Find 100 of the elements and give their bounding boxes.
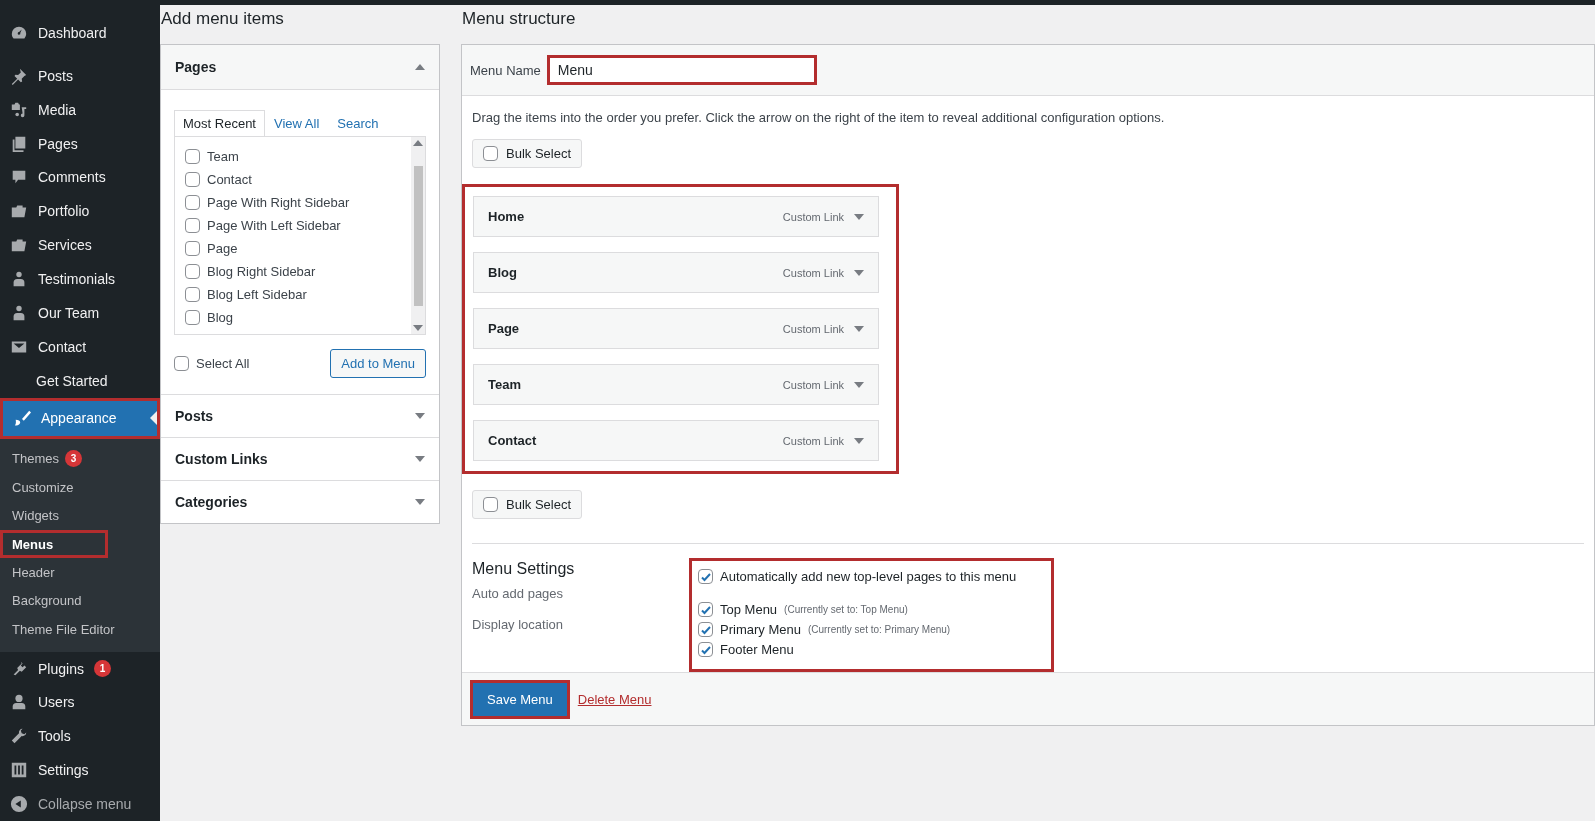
checkbox-label: Page With Right Sidebar [207,195,350,210]
count-badge: 1 [93,660,111,678]
sidebar-item[interactable]: Posts [0,58,160,93]
sidebar-item[interactable]: Testimonials [0,262,160,296]
section-heading: Menu structure [462,9,577,30]
checkbox[interactable] [185,241,200,256]
instructions-text: Drag the items into the order you prefer. Click the arrow on the right of the item to reveal additional configuration options. [472,110,1166,125]
checkbox-label: Automatically add new top-level pages to this menu [720,569,1017,584]
delete-menu-link[interactable]: Delete Menu [577,691,652,707]
item-type: Custom Link [782,210,844,223]
checkbox-label: Select All [196,356,250,371]
checkbox-label: Team [207,149,239,164]
submenu-item[interactable]: Themes 3 [0,444,160,474]
scrollbar[interactable] [411,137,425,334]
bulk-select-button[interactable]: Bulk Select [472,139,583,168]
sliders-icon [10,761,28,780]
person-icon [10,693,28,712]
submenu-item[interactable]: Menus [3,533,105,556]
down-triangle-icon [854,213,864,220]
down-triangle-icon [415,499,425,505]
menu-item-title: Page [488,321,520,336]
setting-label: Display location [472,617,565,634]
down-triangle-icon [854,437,864,444]
submenu-item[interactable]: Theme File Editor [0,615,160,644]
item-type: Custom Link [782,322,844,335]
checkbox[interactable] [185,149,200,164]
sidebar-item[interactable]: Our Team [0,296,160,330]
item-type: Custom Link [782,434,844,447]
checkbox-label: Footer Menu [720,642,794,657]
sidebar-item[interactable]: Appearance [3,400,157,436]
menu-item[interactable]: Team Custom Link [473,364,879,405]
count-badge: 3 [64,450,82,468]
checkbox[interactable] [185,310,200,325]
collapse-menu-button[interactable]: Collapse menu [0,787,160,821]
wrench-icon [10,727,28,746]
submenu-item[interactable]: Header [0,558,160,587]
checkbox-label: Page [207,241,238,256]
paintbrush-icon [13,409,31,428]
checkbox[interactable] [698,569,713,584]
sidebar-item[interactable]: Services [0,228,160,263]
menu-item[interactable]: Contact Custom Link [473,420,879,461]
sidebar-item[interactable]: Portfolio [0,194,160,229]
checkbox[interactable] [483,146,498,161]
menu-name-field[interactable]: Menu [546,55,817,85]
sidebar-item[interactable]: Comments [0,160,160,195]
menu-item[interactable]: Home Custom Link [473,196,879,237]
camera-music-icon [10,100,28,119]
menu-item[interactable]: Page Custom Link [473,308,879,349]
bulk-select-button[interactable]: Bulk Select [472,490,583,519]
location-note: (Currently set to: Primary Menu) [807,624,951,635]
sidebar-item[interactable]: Pages [0,126,160,161]
menu-item-title: Contact [488,433,537,448]
menu-item[interactable]: Blog Custom Link [473,252,879,293]
sidebar-item[interactable]: Settings [0,753,160,788]
field-label: Menu Name [470,62,541,78]
checkbox[interactable] [185,287,200,302]
menu-item-title: Home [488,209,525,224]
checkbox-label: Blog Right Sidebar [207,264,316,279]
sidebar-item[interactable]: Contact [0,329,160,364]
pin-icon [10,66,28,85]
sidebar-item[interactable]: Media [0,92,160,127]
sidebar-item[interactable]: Get Started [0,363,160,398]
checkbox-label: Page With Left Sidebar [207,218,341,233]
tab[interactable]: Search [328,110,388,136]
checkbox[interactable] [185,218,200,233]
sidebar-item[interactable]: Plugins 1 [0,651,160,686]
menu-item-title: Blog [488,265,517,280]
pages-icon [10,134,28,153]
checkbox[interactable] [185,264,200,279]
down-triangle-icon [415,456,425,462]
accordion-header[interactable]: Pages [161,45,439,90]
checkbox[interactable] [698,622,713,637]
scroll-down-icon [413,325,423,331]
item-type: Custom Link [782,378,844,391]
location-note: (Currently set to: Top Menu) [784,604,908,615]
sidebar-item[interactable]: Users [0,685,160,720]
checkbox[interactable] [185,172,200,187]
save-menu-button[interactable]: Save Menu [473,682,567,716]
down-triangle-icon [854,381,864,388]
checkbox[interactable] [483,497,498,512]
tab[interactable]: View All [265,110,329,136]
submenu-item[interactable]: Widgets [0,501,160,531]
checkbox[interactable] [698,642,713,657]
add-to-menu-button[interactable]: Add to Menu [330,349,426,378]
sidebar-item[interactable]: Tools [0,719,160,754]
submenu-item[interactable]: Customize [0,473,160,502]
scroll-up-icon [413,140,423,146]
checkbox-label: Top Menu [720,602,778,617]
checkbox-label: Blog Left Sidebar [207,287,307,302]
section-heading: Add menu items [161,9,285,30]
menu-item-title: Team [488,377,521,392]
submenu-item[interactable]: Background [0,586,160,616]
checkbox[interactable] [185,195,200,210]
sidebar-item[interactable]: Dashboard [0,16,160,50]
item-type: Custom Link [782,266,844,279]
checkbox[interactable] [174,356,189,371]
checkbox[interactable] [698,602,713,617]
tab[interactable]: Most Recent [174,110,265,136]
checkbox-label: Contact [207,172,252,187]
checkbox-label: Primary Menu [720,622,801,637]
